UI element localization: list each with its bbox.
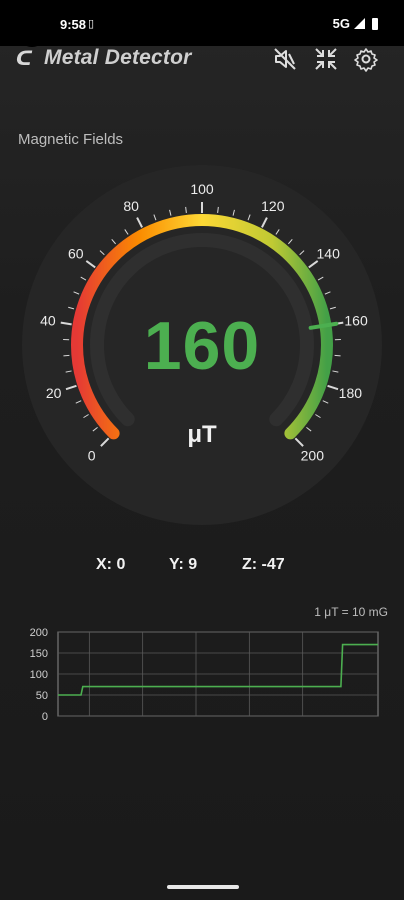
magnetic-gauge: 0 20 40 60 80 100 120 140 160 180 200 160 μT [22, 165, 382, 525]
collapse-icon [315, 48, 337, 70]
gauge-unit: μT [187, 421, 217, 448]
settings-button[interactable] [353, 46, 381, 74]
signal-icon [354, 18, 365, 29]
app-title: Metal Detector [44, 46, 192, 69]
app-screen: 9:58 ▯ 5G ᑕ Metal Detector Magnetic Fiel… [0, 0, 404, 900]
gauge-tick [185, 206, 187, 213]
x-axis-value: X: 0 [96, 556, 126, 573]
mute-icon [274, 48, 296, 70]
gauge-tick-label: 180 [339, 385, 363, 401]
series-line [58, 643, 378, 696]
chart-y-tick-label: 150 [30, 648, 48, 660]
status-time: 9:58 [60, 17, 87, 32]
battery-icon [372, 17, 378, 30]
gauge-tick-label: 80 [123, 198, 139, 214]
gauge-value: 160 [143, 308, 261, 384]
field-history-chart: 200 150 100 50 0 [0, 620, 404, 730]
collapse-button[interactable] [313, 46, 341, 74]
network-type: 5G [332, 16, 350, 31]
mute-button[interactable] [272, 46, 300, 74]
sim-icon: ▯ [88, 18, 95, 30]
unit-conversion-note: 1 μT = 10 mG [314, 605, 388, 619]
gear-icon [354, 48, 378, 72]
gauge-tick-label: 200 [301, 447, 325, 463]
app-bar: ᑕ Metal Detector [0, 38, 404, 82]
chart-svg: 200 150 100 50 0 [30, 627, 379, 723]
section-label: Magnetic Fields [18, 131, 124, 148]
status-indicators: 5G [333, 16, 378, 31]
magnet-icon: ᑕ [16, 48, 33, 70]
gauge-tick-label: 60 [68, 245, 84, 261]
gauge-tick-label: 140 [317, 245, 341, 261]
gauge-tick [217, 206, 219, 213]
gauge-tick-label: 100 [190, 181, 214, 197]
y-axis-value: Y: 9 [169, 556, 198, 573]
z-axis-value: Z: -47 [242, 556, 285, 573]
chart-y-tick-label: 100 [30, 669, 48, 681]
chart-y-tick-label: 200 [30, 627, 48, 639]
gauge-tick-label: 20 [46, 385, 62, 401]
gauge-tick-label: 120 [261, 198, 285, 214]
gesture-nav-handle[interactable] [167, 885, 239, 889]
chart-y-tick-label: 50 [36, 690, 48, 702]
gauge-tick-label: 0 [88, 447, 96, 463]
chart-y-tick-label: 0 [42, 711, 48, 723]
